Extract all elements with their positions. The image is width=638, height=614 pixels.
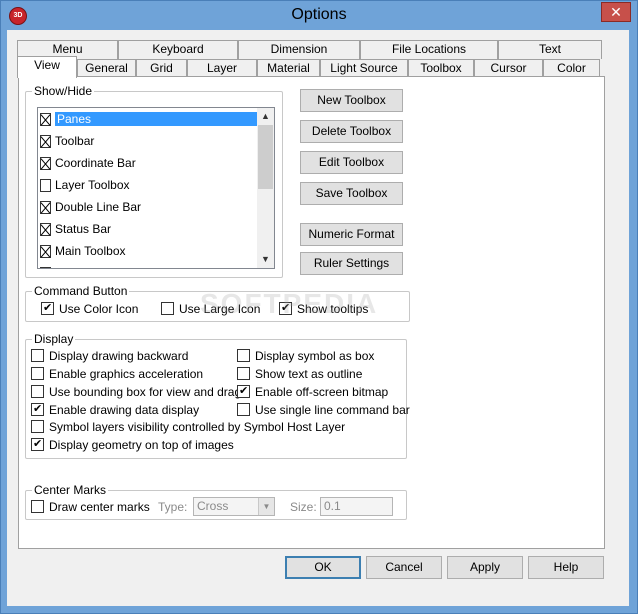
tab-keyboard[interactable]: Keyboard — [118, 40, 238, 59]
cancel-button[interactable]: Cancel — [366, 556, 442, 579]
tab-file-locations[interactable]: File Locations — [360, 40, 498, 59]
checkbox-label: Display symbol as box — [255, 349, 375, 363]
list-item-label: Double Line Bar — [55, 200, 142, 214]
checkbox-label: Display geometry on top of images — [49, 438, 234, 452]
close-button[interactable]: ✕ — [601, 2, 631, 22]
list-item-panes[interactable]: Panes — [38, 110, 258, 128]
command-button-label: Command Button — [32, 284, 130, 298]
list-item-partial[interactable] — [38, 264, 258, 268]
checkbox-icon[interactable] — [31, 367, 44, 380]
ok-button[interactable]: OK — [285, 556, 361, 579]
size-input[interactable]: 0.1 — [320, 497, 393, 516]
checkbox-label: Symbol layers visibility controlled by S… — [49, 420, 346, 434]
list-item-label: Layer Toolbox — [55, 178, 130, 192]
window-title: Options — [291, 6, 347, 23]
list-item-coordinate-bar[interactable]: Coordinate Bar — [38, 154, 258, 172]
checkbox-icon[interactable] — [40, 113, 51, 126]
chevron-down-icon[interactable]: ▼ — [258, 498, 274, 515]
checkbox-icon[interactable] — [237, 384, 250, 398]
list-item-label: Toolbar — [55, 134, 95, 148]
checkbox-icon[interactable] — [40, 267, 51, 268]
listbox-scrollbar[interactable]: ▲ ▼ — [257, 108, 274, 268]
checkbox-icon[interactable] — [31, 500, 44, 513]
checkbox-icon[interactable] — [40, 245, 51, 258]
checkbox-icon[interactable] — [161, 302, 174, 315]
type-dropdown[interactable]: Cross ▼ — [193, 497, 275, 516]
apply-button[interactable]: Apply — [447, 556, 523, 579]
list-item-label: Main Toolbox — [55, 244, 126, 258]
type-label: Type: — [158, 500, 188, 514]
watermark: SOFTPEDIA — [200, 288, 379, 319]
list-item-label: Panes — [55, 112, 257, 126]
checkbox-icon[interactable] — [237, 403, 250, 416]
checkbox-label: Use Color Icon — [59, 302, 139, 316]
checkbox-icon[interactable] — [40, 135, 51, 148]
list-item-double-line-bar[interactable]: Double Line Bar — [38, 198, 258, 216]
tab-view[interactable]: View — [17, 56, 77, 78]
size-label: Size: — [290, 500, 317, 514]
checkbox-icon[interactable] — [31, 385, 44, 398]
new-toolbox-button[interactable]: New Toolbox — [300, 89, 403, 112]
checkbox-icon[interactable] — [31, 437, 44, 451]
show-hide-listbox[interactable]: Panes Toolbar Coordinate Bar Layer Toolb… — [37, 107, 275, 269]
list-item-layer-toolbox[interactable]: Layer Toolbox — [38, 176, 258, 194]
ruler-settings-button[interactable]: Ruler Settings — [300, 252, 403, 275]
checkbox-label: Use single line command bar — [255, 403, 410, 417]
checkbox-icon[interactable] — [31, 402, 44, 416]
scroll-down-icon[interactable]: ▼ — [257, 251, 274, 268]
checkbox-icon[interactable] — [40, 201, 51, 214]
list-item-status-bar[interactable]: Status Bar — [38, 220, 258, 238]
help-button[interactable]: Help — [528, 556, 604, 579]
type-value: Cross — [197, 499, 229, 513]
checkbox-icon[interactable] — [40, 179, 51, 192]
list-item-label: Coordinate Bar — [55, 156, 136, 170]
list-item-toolbar[interactable]: Toolbar — [38, 132, 258, 150]
title-bar[interactable]: 3D Options ✕ — [1, 1, 637, 31]
checkbox-label: Enable off-screen bitmap — [255, 385, 389, 399]
delete-toolbox-button[interactable]: Delete Toolbox — [300, 120, 403, 143]
save-toolbox-button[interactable]: Save Toolbox — [300, 182, 403, 205]
list-item-label: Status Bar — [55, 222, 112, 236]
display-label: Display — [32, 332, 76, 346]
checkbox-icon[interactable] — [31, 420, 44, 433]
checkbox-icon[interactable] — [41, 301, 54, 315]
numeric-format-button[interactable]: Numeric Format — [300, 223, 403, 246]
checkbox-label: Display drawing backward — [49, 349, 189, 363]
center-marks-label: Center Marks — [32, 483, 109, 497]
scroll-up-icon[interactable]: ▲ — [257, 108, 274, 125]
show-hide-label: Show/Hide — [32, 84, 95, 98]
checkbox-icon[interactable] — [31, 349, 44, 362]
checkbox-label: Use bounding box for view and drag — [49, 385, 242, 399]
tab-text[interactable]: Text — [498, 40, 602, 59]
checkbox-label: Show text as outline — [255, 367, 363, 381]
edit-toolbox-button[interactable]: Edit Toolbox — [300, 151, 403, 174]
checkbox-label: Draw center marks — [49, 500, 150, 514]
checkbox-icon[interactable] — [237, 349, 250, 362]
list-item-main-toolbox[interactable]: Main Toolbox — [38, 242, 258, 260]
checkbox-icon[interactable] — [40, 223, 51, 236]
scroll-thumb[interactable] — [258, 125, 273, 189]
checkbox-icon[interactable] — [40, 157, 51, 170]
checkbox-icon[interactable] — [237, 367, 250, 380]
checkbox-label: Enable drawing data display — [49, 403, 200, 417]
tab-dimension[interactable]: Dimension — [238, 40, 360, 59]
checkbox-label: Enable graphics acceleration — [49, 367, 204, 381]
